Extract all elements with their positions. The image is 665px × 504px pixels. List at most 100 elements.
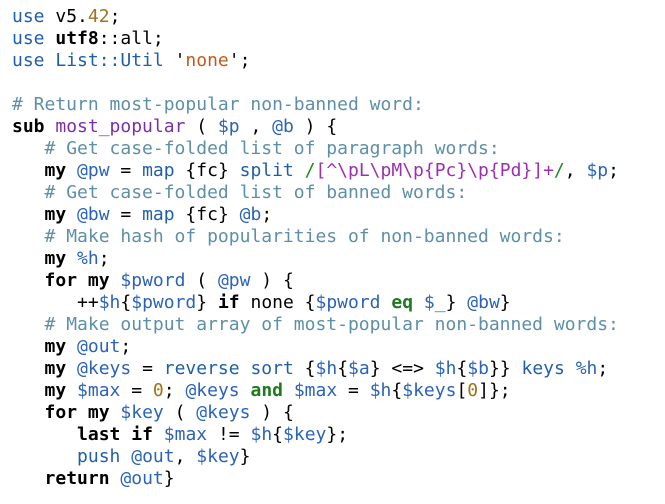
token-keyword: my <box>44 358 67 379</box>
token-plain: ; <box>608 160 619 181</box>
token-builtin: use <box>12 28 45 49</box>
token-variable: $pword <box>315 292 381 313</box>
token-plain: ; <box>163 380 186 401</box>
token-variable: $h <box>434 358 457 379</box>
token-plain: = <box>109 204 143 225</box>
code-line: my @pw = map {fc} split /[^\pL\pM\p{Pc}\… <box>12 160 665 182</box>
token-plain: { <box>337 358 349 379</box>
token-plain: { <box>272 424 284 445</box>
token-number: 0 <box>467 380 479 401</box>
token-variable: @b <box>272 116 294 137</box>
token-string: none <box>185 50 229 71</box>
token-keyword: for <box>44 270 78 291</box>
token-plain: ( <box>185 116 218 137</box>
token-plain: ::all; <box>98 28 164 49</box>
token-plain: ]}; <box>478 380 511 401</box>
token-plain: {fc} <box>174 204 240 225</box>
token-builtin: push <box>77 446 121 467</box>
code-line: my @out; <box>12 336 665 358</box>
code-line: my @keys = reverse sort {$h{$a} <=> $h{$… <box>12 358 665 380</box>
token-comment: # Get case-folded list of paragraph word… <box>44 138 500 159</box>
token-plain: }} <box>488 358 522 379</box>
code-line: push @out, $key} <box>12 446 665 468</box>
token-variable: $p <box>217 116 240 137</box>
token-variable: @keys <box>196 402 251 423</box>
token-plain: ' <box>228 50 240 71</box>
code-line: # Make hash of popularities of non-banne… <box>12 226 665 248</box>
token-builtin: map <box>142 160 175 181</box>
token-variable: $pword <box>120 270 186 291</box>
token-plain: ; <box>109 6 121 27</box>
token-plain: = <box>337 380 370 401</box>
token-variable: $a <box>348 358 370 379</box>
token-keyword: return <box>44 468 110 489</box>
token-builtin: reverse <box>163 358 240 379</box>
token-variable: $h <box>98 292 121 313</box>
token-keyword: sub <box>12 116 45 137</box>
token-sub-name: most_popular <box>55 116 186 137</box>
token-variable: $keys <box>402 380 457 401</box>
token-plain: } <box>499 292 511 313</box>
code-line: # Get case-folded list of paragraph word… <box>12 138 665 160</box>
code-line: my $max = 0; @keys and $max = $h{$keys[0… <box>12 380 665 402</box>
token-comment: # Return most-popular non-banned word: <box>12 94 424 115</box>
token-plain: ( <box>163 402 197 423</box>
token-builtin: map <box>142 204 175 225</box>
token-keyword: my <box>44 248 67 269</box>
code-line: ++$h{$pword} if none {$pword eq $_} @bw} <box>12 292 665 314</box>
token-plain: ( <box>185 270 218 291</box>
token-variable: @keys <box>77 358 132 379</box>
code-line: for my $pword ( @pw ) { <box>12 270 665 292</box>
code-line: my %h; <box>12 248 665 270</box>
token-variable: $h <box>315 358 338 379</box>
code-line: my @bw = map {fc} @b; <box>12 204 665 226</box>
token-plain: { <box>456 358 468 379</box>
token-plain: } <box>239 446 251 467</box>
token-builtin: use <box>12 50 45 71</box>
token-keyword: utf8 <box>55 28 99 49</box>
code-line: for my $key ( @keys ) { <box>12 402 665 424</box>
token-plain: ; <box>597 358 609 379</box>
token-plain: != <box>207 424 251 445</box>
token-keyword: my <box>44 204 67 225</box>
token-variable: $h <box>250 424 273 445</box>
token-keyword: my <box>44 160 67 181</box>
token-keyword: my <box>87 270 110 291</box>
token-number: 42 <box>87 6 110 27</box>
token-variable: $max <box>77 380 121 401</box>
token-variable: @out <box>131 446 175 467</box>
token-plain: } <=> <box>369 358 435 379</box>
token-variable: $max <box>163 424 208 445</box>
token-variable: $b <box>467 358 489 379</box>
token-regex: [^\pL\pM\p{Pc}\p{Pd}]+ <box>315 160 554 181</box>
token-plain: , <box>564 160 587 181</box>
token-plain: [ <box>456 380 468 401</box>
token-number: 0 <box>152 380 164 401</box>
token-plain: = <box>120 380 153 401</box>
token-variable: %h <box>77 248 99 269</box>
token-comment: # Get case-folded list of banned words: <box>44 182 468 203</box>
token-variable: @b <box>239 204 262 225</box>
code-line: use List::Util 'none'; <box>12 50 665 72</box>
token-builtin: sort <box>250 358 294 379</box>
token-variable: @out <box>77 336 121 357</box>
token-plain: { <box>293 358 316 379</box>
